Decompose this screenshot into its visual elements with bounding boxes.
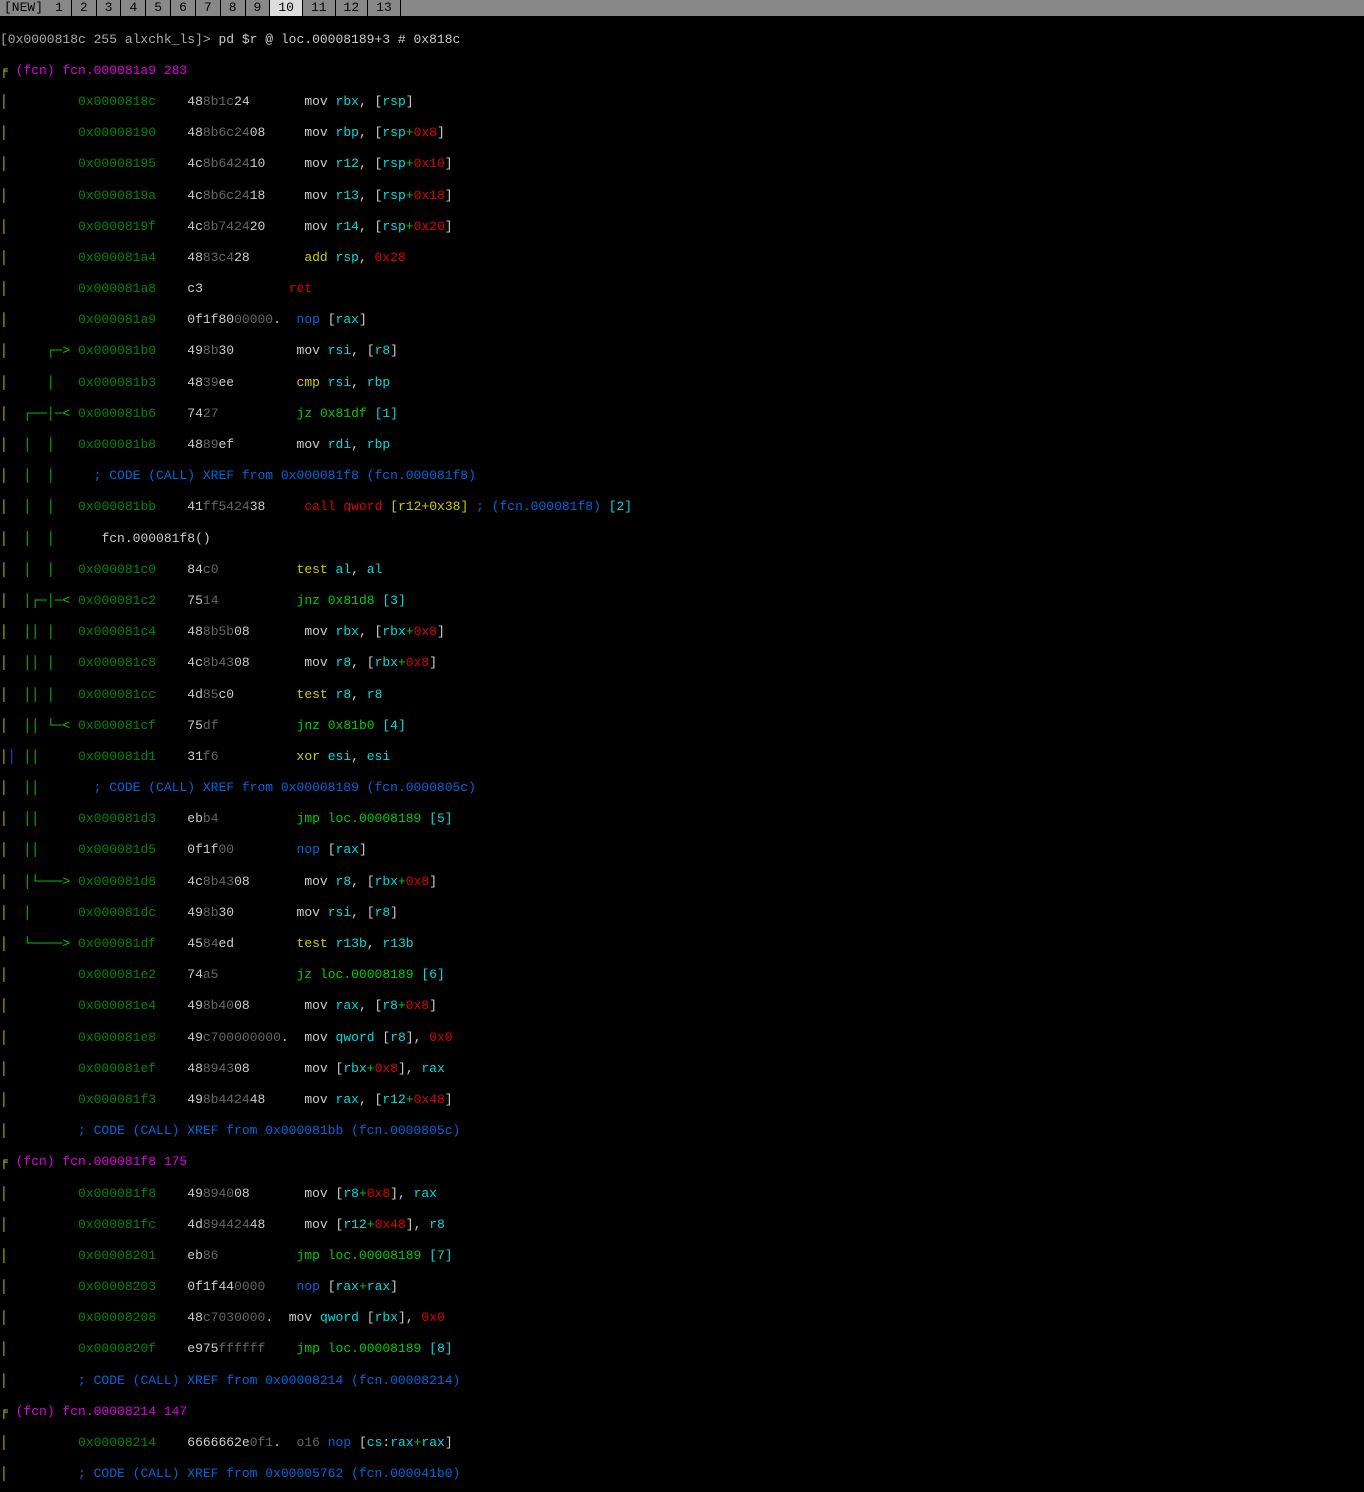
fcn-header: (fcn) fcn.000081a9 283	[16, 63, 188, 78]
tab-13[interactable]: 13	[368, 0, 401, 16]
fcn-header: (fcn) fcn.000081f8 175	[16, 1154, 188, 1169]
prompt-line[interactable]: [0x0000818c 255 alxchk_ls]> pd $r @ loc.…	[0, 32, 1364, 48]
tab-new[interactable]: [NEW]	[0, 0, 47, 16]
tab-8[interactable]: 8	[221, 0, 246, 16]
disassembly-view[interactable]: [0x0000818c 255 alxchk_ls]> pd $r @ loc.…	[0, 16, 1364, 1492]
tab-12[interactable]: 12	[336, 0, 369, 16]
tab-3[interactable]: 3	[97, 0, 122, 16]
tab-11[interactable]: 11	[303, 0, 336, 16]
tab-7[interactable]: 7	[196, 0, 221, 16]
tab-bar: [NEW] 1 2 3 4 5 6 7 8 9 10 11 12 13	[0, 0, 1364, 16]
tab-10[interactable]: 10	[270, 0, 303, 16]
tab-5[interactable]: 5	[146, 0, 171, 16]
tab-2[interactable]: 2	[72, 0, 97, 16]
fcn-header: (fcn) fcn.00008214 147	[16, 1404, 188, 1419]
tab-1[interactable]: 1	[47, 0, 72, 16]
tab-6[interactable]: 6	[171, 0, 196, 16]
tab-4[interactable]: 4	[121, 0, 146, 16]
tab-9[interactable]: 9	[246, 0, 271, 16]
